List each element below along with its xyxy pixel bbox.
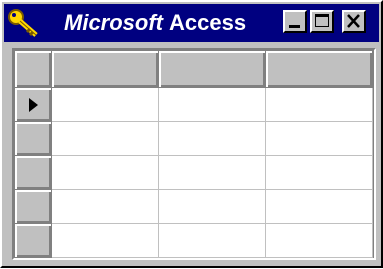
column-header[interactable] (158, 50, 266, 88)
minimize-button[interactable] (283, 10, 307, 33)
table-cell[interactable] (158, 223, 266, 258)
table-row (14, 155, 373, 190)
datasheet (12, 48, 376, 260)
table-cell[interactable] (51, 155, 159, 190)
table-cell[interactable] (51, 189, 159, 224)
table-row (14, 189, 373, 224)
table-row (14, 223, 373, 258)
select-all-button[interactable] (14, 50, 52, 88)
title-bar[interactable]: Microsoft Access (4, 4, 379, 42)
title-app: Access (169, 10, 247, 35)
table-cell[interactable] (265, 189, 373, 224)
access-window: Microsoft Access (0, 0, 383, 268)
close-button[interactable] (342, 10, 366, 33)
table-cell[interactable] (265, 121, 373, 156)
table-cell[interactable] (158, 121, 266, 156)
minimize-icon (289, 25, 300, 28)
table-cell[interactable] (158, 189, 266, 224)
table-cell[interactable] (265, 87, 373, 122)
close-icon (347, 14, 360, 28)
table-cell[interactable] (265, 155, 373, 190)
table-cell[interactable] (51, 223, 159, 258)
record-pointer-icon (29, 97, 38, 112)
maximize-icon (315, 14, 329, 27)
window-title: Microsoft Access (64, 8, 246, 38)
table-row (14, 87, 373, 122)
record-selector[interactable] (14, 121, 52, 156)
key-icon[interactable] (6, 7, 42, 39)
datasheet-grid (14, 50, 373, 258)
maximize-button[interactable] (310, 10, 334, 33)
column-header[interactable] (51, 50, 159, 88)
table-row (14, 121, 373, 156)
record-selector[interactable] (14, 189, 52, 224)
table-cell[interactable] (51, 121, 159, 156)
table-cell[interactable] (158, 87, 266, 122)
record-selector[interactable] (14, 223, 52, 258)
title-brand: Microsoft (64, 10, 163, 35)
table-cell[interactable] (51, 87, 159, 122)
record-selector[interactable] (14, 87, 52, 122)
table-cell[interactable] (158, 155, 266, 190)
record-selector[interactable] (14, 155, 52, 190)
column-header[interactable] (265, 50, 373, 88)
table-cell[interactable] (265, 223, 373, 258)
